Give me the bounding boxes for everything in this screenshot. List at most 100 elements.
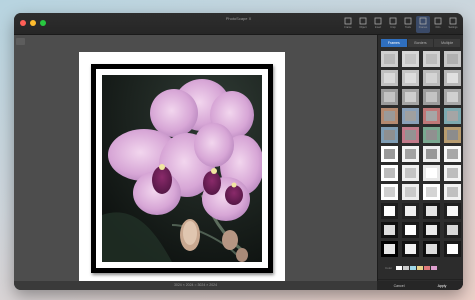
frame-thumbnail[interactable] [444, 222, 461, 238]
color-swatch[interactable] [396, 266, 403, 270]
frame-thumbnail[interactable] [402, 108, 419, 124]
tools-icon [404, 17, 412, 25]
frame-thumbnail[interactable] [402, 146, 419, 162]
frame-thumbnail[interactable] [402, 70, 419, 86]
color-swatch[interactable] [403, 266, 410, 270]
frame-thumbnail[interactable] [444, 51, 461, 67]
toolbar-label: Settings [448, 26, 458, 29]
frame-thumbnail[interactable] [381, 184, 398, 200]
frame-thumbnail[interactable] [444, 165, 461, 181]
toolbar-insert-button[interactable]: Insert [371, 16, 385, 33]
frame-thumbnail[interactable] [381, 241, 398, 257]
frame-thumbnail-preview [447, 54, 458, 64]
color-swatch[interactable] [410, 266, 417, 270]
frame-thumbnail-preview [405, 130, 416, 140]
frame-thumbnail-preview [426, 73, 437, 83]
tab-frames[interactable]: Frames [381, 39, 408, 47]
frame-thumbnail[interactable] [444, 203, 461, 219]
frame-thumbnail[interactable] [381, 165, 398, 181]
frame-thumbnail[interactable] [381, 222, 398, 238]
frame-thumbnail-preview [384, 73, 395, 83]
toolbar-crop-button[interactable]: Crop [386, 16, 400, 33]
frame-thumbnail[interactable] [381, 127, 398, 143]
tab-borders[interactable]: Borders [407, 39, 435, 47]
frame-thumbnail[interactable] [381, 203, 398, 219]
frame-thumbnail-preview [426, 111, 437, 121]
frame-thumbnail-preview [447, 206, 458, 216]
frame-thumbnail[interactable] [402, 203, 419, 219]
frame-thumbnail[interactable] [444, 146, 461, 162]
frame-thumbnail-preview [405, 206, 416, 216]
color-swatch[interactable] [424, 266, 431, 270]
apply-button[interactable]: Apply [438, 284, 447, 288]
orchid-illustration [102, 75, 262, 262]
frame-thumbnail[interactable] [402, 241, 419, 257]
tab-multiple[interactable]: Multiple [434, 39, 462, 47]
toolbar-object-button[interactable]: Object [356, 16, 370, 33]
toolbar-label: Tools [405, 26, 411, 29]
frame-thumbnail[interactable] [381, 146, 398, 162]
frame-thumbnail[interactable] [423, 108, 440, 124]
frame-thumbnail[interactable] [423, 70, 440, 86]
frame-thumbnail[interactable] [423, 127, 440, 143]
frame-thumbnail[interactable] [381, 70, 398, 86]
frame-thumbnail[interactable] [423, 241, 440, 257]
frame-thumbnail[interactable] [444, 108, 461, 124]
frame-thumbnail[interactable] [402, 184, 419, 200]
frame-thumbnail[interactable] [402, 51, 419, 67]
toolbar: Frame Object Insert Crop Tools Frames Film Sett… [341, 16, 460, 33]
frame-thumbnail[interactable] [402, 222, 419, 238]
toolbar-label: Insert [374, 26, 382, 29]
frame-thumbnail-preview [447, 130, 458, 140]
frame-thumbnail[interactable] [402, 165, 419, 181]
frame-thumbnail[interactable] [444, 70, 461, 86]
frame-thumbnail[interactable] [423, 203, 440, 219]
toolbar-settings-button[interactable]: Settings [446, 16, 460, 33]
frame-thumbnail-preview [426, 206, 437, 216]
frame-thumbnail[interactable] [423, 89, 440, 105]
frames-icon [419, 17, 427, 25]
toolbar-label: Film [435, 26, 441, 29]
frame-thumbnail-preview [405, 111, 416, 121]
frame-thumbnail-preview [384, 130, 395, 140]
frame-thumbnail[interactable] [381, 51, 398, 67]
settings-icon [449, 17, 457, 25]
frame-thumbnail[interactable] [381, 108, 398, 124]
frame-thumbnail-preview [405, 187, 416, 197]
frame-thumbnail[interactable] [423, 146, 440, 162]
cancel-button[interactable]: Cancel [394, 284, 405, 288]
frame-thumbnail-preview [447, 244, 458, 254]
frame-thumbnail[interactable] [423, 51, 440, 67]
white-mat [96, 69, 268, 268]
frame-thumbnail[interactable] [423, 222, 440, 238]
frame-thumbnail[interactable] [444, 89, 461, 105]
frame-thumbnail-grid [381, 51, 461, 260]
title-bar: PhotoScape X Frame Object Insert Crop Tools F… [14, 13, 463, 35]
zoom-tool-icon[interactable] [16, 38, 25, 45]
toolbar-frame-button[interactable]: Frame [341, 16, 355, 33]
frame-thumbnail-preview [426, 54, 437, 64]
frame-icon [344, 17, 352, 25]
frame-thumbnail[interactable] [444, 241, 461, 257]
frame-thumbnail[interactable] [402, 127, 419, 143]
crop-icon [389, 17, 397, 25]
toolbar-film-button[interactable]: Film [431, 16, 445, 33]
frame-thumbnail-preview [384, 206, 395, 216]
frame-thumbnail[interactable] [381, 89, 398, 105]
frame-thumbnail[interactable] [444, 184, 461, 200]
color-palette: Color [385, 266, 438, 270]
editor-canvas[interactable] [14, 35, 377, 288]
toolbar-tools-button[interactable]: Tools [401, 16, 415, 33]
frame-thumbnail[interactable] [423, 165, 440, 181]
frame-thumbnail[interactable] [444, 127, 461, 143]
frame-thumbnail-preview [426, 225, 437, 235]
frame-thumbnail-preview [405, 149, 416, 159]
frame-thumbnail-preview [384, 168, 395, 178]
frames-panel: FramesBordersMultiple Color Frame Filter… [377, 35, 463, 290]
color-swatch[interactable] [431, 266, 438, 270]
frame-thumbnail[interactable] [402, 89, 419, 105]
frame-thumbnail[interactable] [423, 184, 440, 200]
frame-thumbnail-preview [384, 54, 395, 64]
toolbar-frames-button[interactable]: Frames [416, 16, 430, 33]
color-swatch[interactable] [417, 266, 424, 270]
